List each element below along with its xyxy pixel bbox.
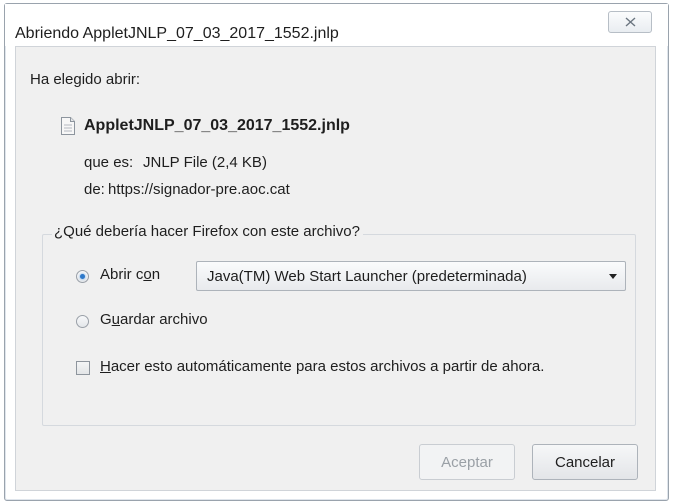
dialog-heading: Ha elegido abrir: — [30, 71, 141, 88]
open-with-label-part: Abrir c — [100, 266, 144, 283]
chevron-down-icon — [609, 274, 617, 279]
dialog-window: Abriendo AppletJNLP_07_03_2017_1552.jnlp… — [4, 3, 669, 501]
action-group-legend: ¿Qué debería hacer Firefox con este arch… — [52, 223, 363, 240]
auto-action-label-part: acer esto automáticamente para estos arc… — [110, 358, 545, 375]
accept-button[interactable]: Aceptar — [419, 444, 515, 480]
save-file-label-part: ardar archivo — [120, 311, 208, 328]
file-source-label: de: — [84, 181, 105, 198]
close-icon — [625, 17, 636, 27]
application-select[interactable]: Java(TM) Web Start Launcher (predetermin… — [196, 261, 626, 291]
file-type-value: JNLP File (2,4 KB) — [143, 154, 267, 171]
file-icon — [60, 117, 76, 140]
save-file-label-part: G — [100, 311, 112, 328]
auto-action-accesskey: H — [100, 358, 111, 375]
open-with-label[interactable]: Abrir con — [100, 266, 160, 283]
open-with-label-part: n — [151, 266, 161, 283]
auto-action-label[interactable]: Hacer esto automáticamente para estos ar… — [100, 358, 544, 375]
file-source-value: https://signador-pre.aoc.cat — [108, 181, 290, 198]
title-bar: Abriendo AppletJNLP_07_03_2017_1552.jnlp — [5, 4, 668, 46]
cancel-button[interactable]: Cancelar — [532, 444, 638, 480]
file-name: AppletJNLP_07_03_2017_1552.jnlp — [84, 117, 350, 134]
open-with-radio[interactable] — [76, 270, 89, 283]
auto-action-checkbox[interactable] — [76, 361, 90, 375]
open-with-accesskey: o — [143, 266, 152, 283]
application-select-value: Java(TM) Web Start Launcher (predetermin… — [207, 268, 527, 285]
close-button[interactable] — [608, 11, 652, 33]
window-title: Abriendo AppletJNLP_07_03_2017_1552.jnlp — [15, 25, 339, 42]
save-file-accesskey: u — [111, 311, 121, 328]
file-type-label: que es: — [84, 154, 134, 171]
save-file-label[interactable]: Guardar archivo — [100, 311, 208, 328]
save-file-radio[interactable] — [76, 315, 89, 328]
dialog-content: Ha elegido abrir: AppletJNLP_07_03_2017_… — [15, 46, 656, 491]
